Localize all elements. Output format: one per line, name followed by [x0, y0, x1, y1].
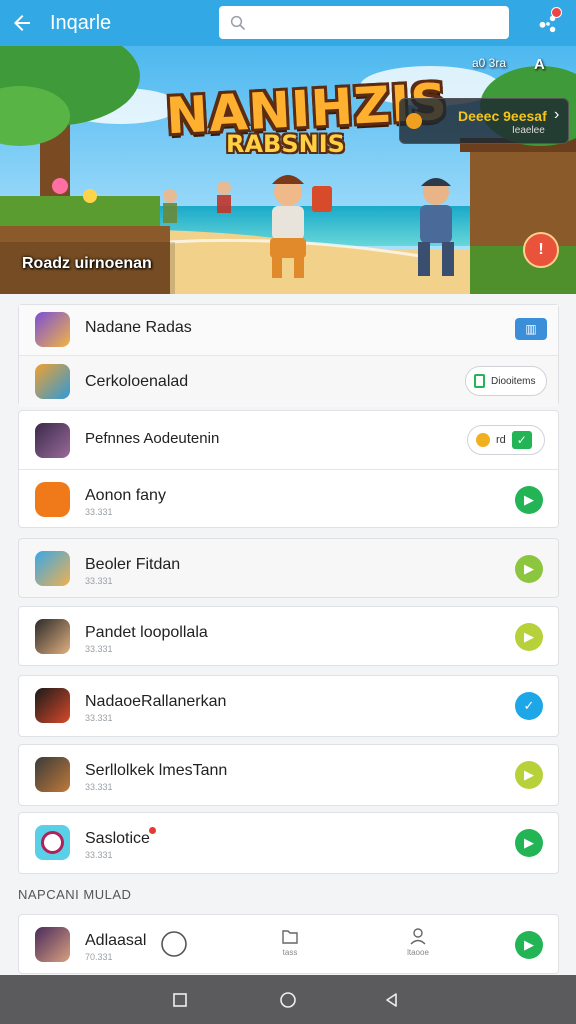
app-size: 33.331 [85, 507, 113, 517]
app-icon [35, 927, 70, 962]
install-button[interactable]: ▶ [515, 829, 543, 857]
profile-tab[interactable]: ltaooe [407, 925, 429, 957]
app-icon [35, 757, 70, 792]
app-name: Saslotice [85, 830, 150, 847]
home-button[interactable] [276, 988, 300, 1012]
triangle-back-icon [386, 993, 397, 1007]
install-button[interactable]: ▶ [515, 931, 543, 959]
app-name: NadaoeRallanerkan [85, 693, 227, 710]
check-icon: ✓ [511, 431, 532, 449]
target-icon [41, 831, 64, 854]
app-icon [35, 482, 70, 517]
square-icon [173, 993, 187, 1007]
app-name: Cerkoloenalad [85, 373, 189, 390]
install-button[interactable]: ▶ [515, 761, 543, 789]
action-pill[interactable]: rd ✓ [467, 425, 545, 455]
app-size: 33.331 [85, 576, 113, 586]
notification-dot [551, 7, 562, 18]
promo-title: Deeec 9eesaf [458, 108, 547, 124]
app-icon [35, 312, 70, 347]
featured-banner[interactable]: NANIHZIS RABSNIS Roadz uirnoenan a0 3ra … [0, 46, 576, 294]
app-size: 70.331 [85, 952, 113, 962]
banner-subtitle: RABSNIS [226, 130, 345, 158]
app-icon [35, 364, 70, 399]
app-size: 33.331 [85, 713, 113, 723]
chevron-right-icon: › [554, 106, 560, 123]
app-icon [35, 688, 70, 723]
check-icon [474, 374, 485, 388]
app-name: Nadane Radas [85, 319, 192, 336]
share-button[interactable] [528, 4, 568, 42]
app-size: 33.331 [85, 782, 113, 792]
list-item[interactable]: Pefnnes Aodeutenin rd ✓ [19, 411, 558, 469]
files-tab[interactable]: tass [279, 925, 301, 957]
folder-icon [282, 930, 298, 944]
list-item[interactable]: Nadane Radas ▥ [19, 305, 558, 355]
download-label: Diooitems [491, 375, 536, 387]
person-icon [410, 928, 426, 945]
app-card[interactable]: Serllolkek lmesTann 33.331 ▶ [18, 744, 559, 806]
tab-label: ltaooe [407, 948, 429, 957]
app-group-2: Pefnnes Aodeutenin rd ✓ Aonon fany 33.33… [18, 410, 559, 528]
back-button[interactable] [0, 0, 44, 46]
search-icon [230, 15, 245, 30]
app-name: Adlaasal [85, 932, 147, 949]
new-badge-dot [149, 827, 156, 834]
app-card[interactable]: NadaoeRallanerkan 33.331 ✓ [18, 675, 559, 737]
system-nav-bar [0, 975, 576, 1024]
top-app-bar: Inqarle [0, 0, 576, 46]
install-button[interactable]: ▶ [515, 555, 543, 583]
banner-code: a0 3ra [472, 56, 507, 70]
app-card[interactable]: Saslotice 33.331 ▶ [18, 812, 559, 874]
app-card[interactable]: Pandet loopollala 33.331 ▶ [18, 606, 559, 666]
compass-icon [161, 931, 187, 957]
app-name: Serllolkek lmesTann [85, 762, 228, 779]
app-icon [35, 619, 70, 654]
app-icon [35, 423, 70, 458]
install-button[interactable]: ▶ [515, 623, 543, 651]
app-size: 33.331 [85, 850, 113, 860]
circle-icon [280, 992, 296, 1008]
app-name: Aonon fany [85, 487, 166, 504]
app-card[interactable]: Adlaasal 70.331 tass ltaooe ▶ [18, 914, 559, 974]
app-name: Beoler Fitdan [85, 556, 181, 573]
app-name: Pefnnes Aodeutenin [85, 430, 220, 447]
app-icon [35, 551, 70, 586]
app-group-1: Nadane Radas ▥ Cerkoloenalad Diooitems [18, 304, 559, 407]
list-item[interactable]: Aonon fany 33.331 ▶ [19, 469, 558, 529]
search-input[interactable] [255, 14, 495, 31]
back-nav-button[interactable] [380, 988, 404, 1012]
app-card[interactable]: Beoler Fitdan 33.331 ▶ [18, 538, 559, 598]
section-label: NAPCANI MULAD [18, 887, 132, 902]
recents-button[interactable] [168, 988, 192, 1012]
install-button[interactable]: ✓ [515, 692, 543, 720]
arrow-left-icon [14, 15, 30, 31]
book-icon[interactable]: ▥ [515, 318, 547, 340]
list-item[interactable]: Cerkoloenalad Diooitems [19, 355, 558, 407]
promo-card[interactable]: Deeec 9eesaf Ieaelee › [399, 98, 569, 144]
banner-caption: Roadz uirnoenan [22, 255, 152, 272]
banner-code-icon: A [534, 56, 545, 73]
pill-label: rd [496, 434, 506, 446]
app-icon [35, 825, 70, 860]
search-bar[interactable] [219, 6, 509, 39]
coin-icon [476, 433, 490, 447]
install-button[interactable]: ▶ [515, 486, 543, 514]
banner-badge[interactable]: ! [523, 232, 559, 268]
download-pill[interactable]: Diooitems [465, 366, 547, 396]
tab-label: tass [282, 948, 298, 957]
app-name: Pandet loopollala [85, 624, 208, 641]
app-size: 33.331 [85, 644, 113, 654]
promo-subtitle: Ieaelee [512, 125, 545, 136]
compass-tab[interactable] [159, 929, 189, 960]
coin-icon [406, 113, 422, 129]
page-title: Inqarle [50, 11, 112, 34]
